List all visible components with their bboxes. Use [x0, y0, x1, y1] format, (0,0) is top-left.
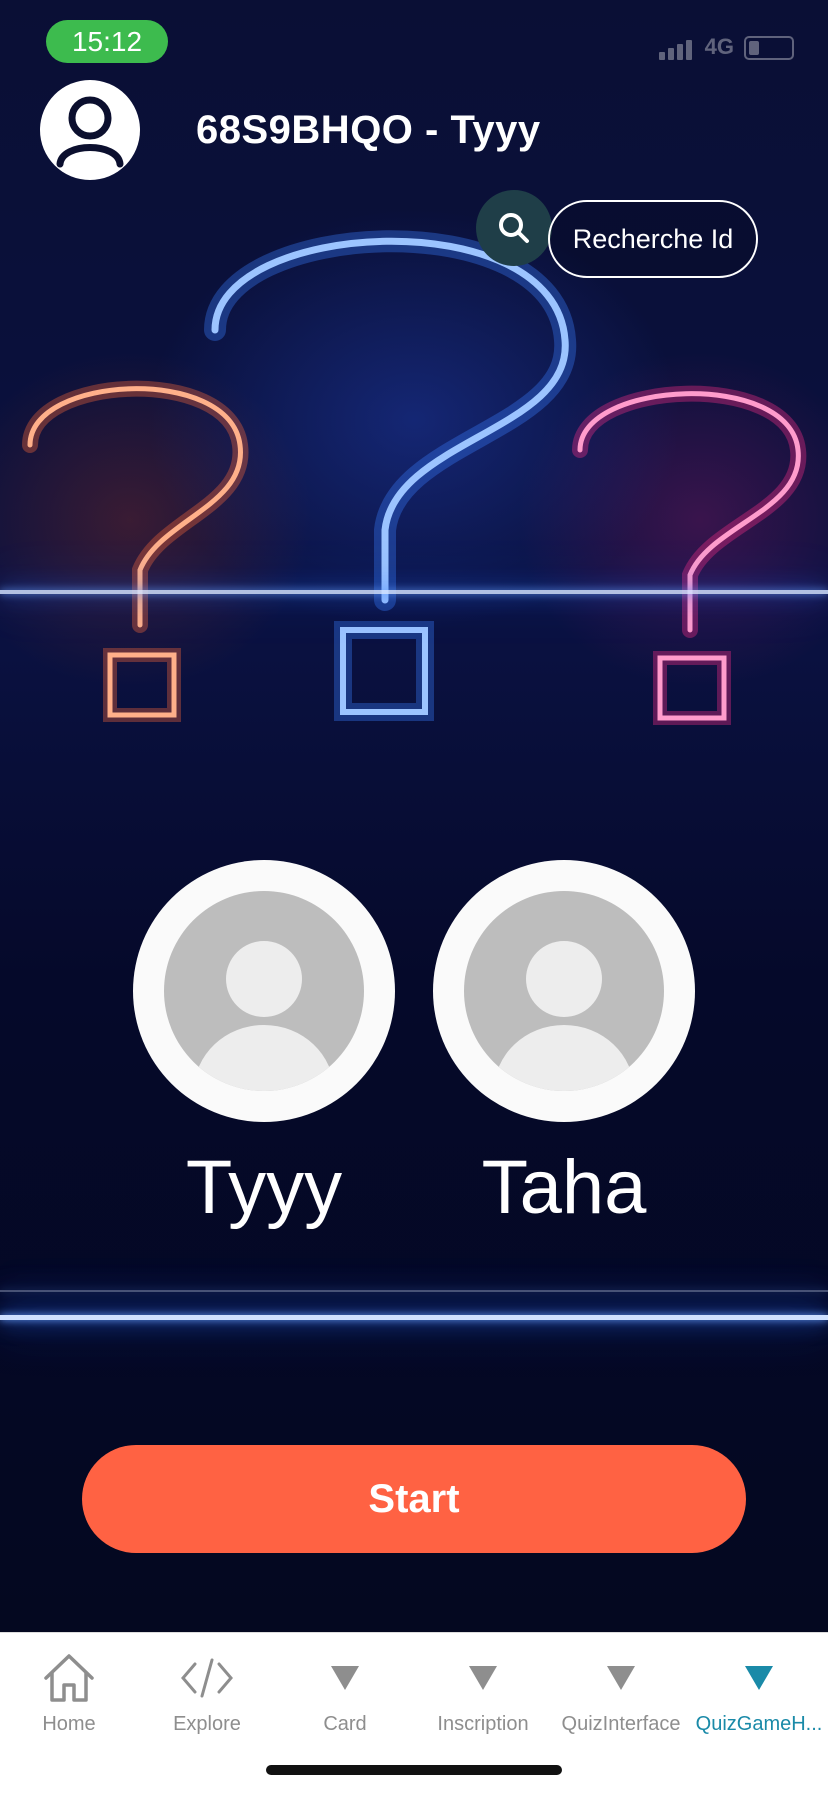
search-icon	[499, 213, 529, 243]
home-indicator[interactable]	[266, 1765, 562, 1775]
player-name: Tyyy	[185, 1145, 343, 1230]
player-card: Tyyy	[133, 860, 395, 1226]
start-button[interactable]: Start	[82, 1445, 746, 1553]
search-id-button[interactable]: Recherche Id	[548, 200, 758, 278]
triangle-icon	[745, 1666, 773, 1690]
triangle-icon	[607, 1666, 635, 1690]
tab-card[interactable]: Card	[276, 1633, 414, 1743]
tab-quizinterface[interactable]: QuizInterface	[552, 1633, 690, 1743]
tab-label: Inscription	[437, 1713, 529, 1735]
neon-line-top	[0, 590, 828, 594]
tab-label: QuizInterface	[561, 1713, 681, 1735]
neon-line-bottom	[0, 1315, 828, 1320]
status-indicators: 4G	[658, 34, 794, 60]
user-icon	[44, 84, 136, 176]
pink-question-mark-icon	[572, 385, 807, 725]
tab-quizgamehome[interactable]: QuizGameH...	[690, 1633, 828, 1743]
search-button[interactable]	[476, 190, 552, 266]
status-time: 15:12	[46, 20, 168, 63]
tab-explore[interactable]: Explore	[138, 1633, 276, 1743]
battery-icon	[744, 36, 794, 60]
page-title: 68S9BHQO - Tyyy	[196, 108, 541, 152]
triangle-icon	[469, 1666, 497, 1690]
player-avatar	[133, 860, 395, 1122]
player-name: Taha	[481, 1145, 647, 1230]
tab-label: Home	[42, 1713, 96, 1735]
person-placeholder-icon	[494, 941, 634, 1091]
tab-label: Card	[323, 1713, 367, 1735]
tab-label: QuizGameH...	[695, 1713, 823, 1735]
player-card: Taha	[433, 860, 695, 1226]
tab-home[interactable]: Home	[0, 1633, 138, 1743]
neon-line-faint	[0, 1290, 828, 1292]
blue-question-mark-icon	[204, 230, 577, 721]
code-icon	[181, 1658, 233, 1698]
triangle-icon	[331, 1666, 359, 1690]
person-placeholder-icon	[194, 941, 334, 1091]
tab-inscription[interactable]: Inscription	[414, 1633, 552, 1743]
tab-label: Explore	[173, 1713, 241, 1735]
user-avatar[interactable]	[40, 80, 140, 180]
home-icon	[44, 1654, 94, 1702]
signal-icon	[658, 40, 695, 60]
network-label: 4G	[704, 34, 734, 59]
player-avatar	[433, 860, 695, 1122]
